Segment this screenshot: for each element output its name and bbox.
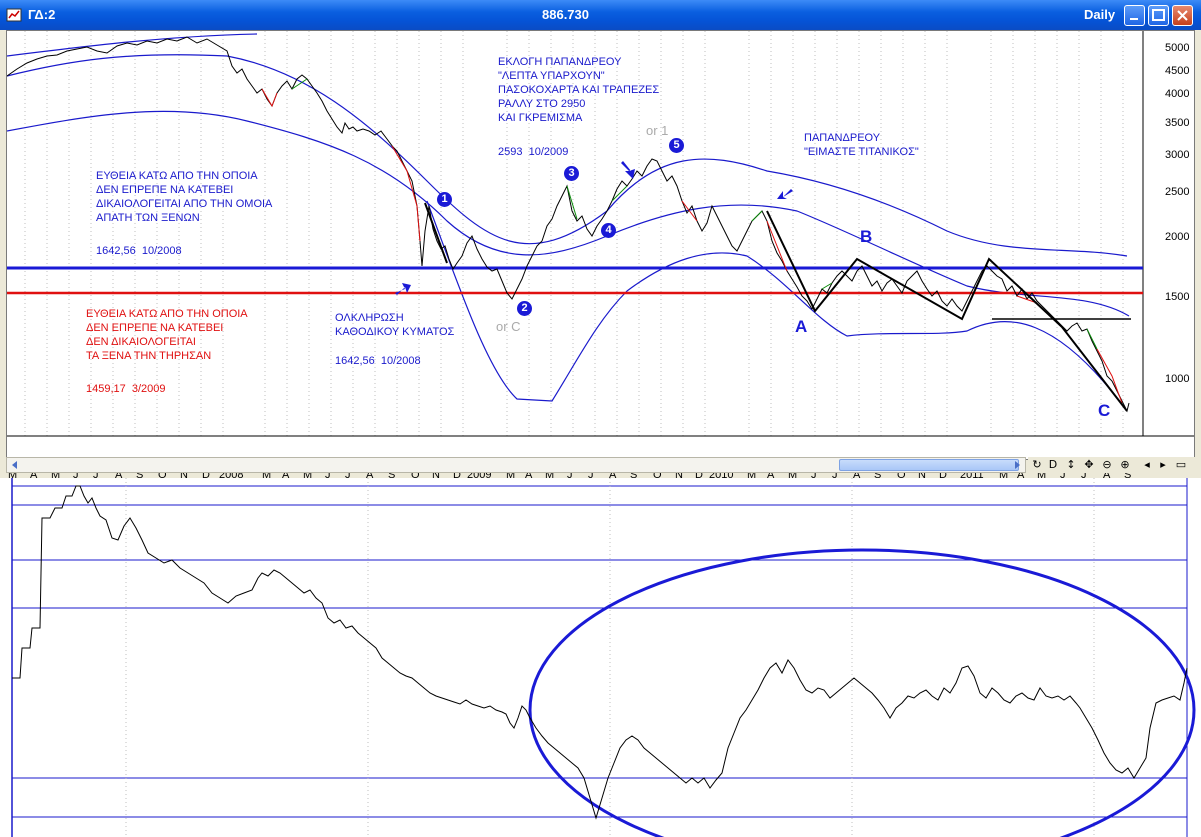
annotation-blue-value: 1642,56 10/2008 <box>96 245 182 257</box>
y-tick: 4000 <box>1165 88 1190 100</box>
chart-window: ΓΔ:2 886.730 Daily 5000 4500 4000 3500 3… <box>0 0 1201 481</box>
move-icon[interactable]: ✥ <box>1082 457 1096 473</box>
restore-icon[interactable]: ▭ <box>1174 457 1188 473</box>
zoom-in-icon[interactable]: ⊕ <box>1118 457 1132 473</box>
close-button[interactable] <box>1172 5 1193 26</box>
y-tick: 1000 <box>1165 373 1190 385</box>
wave-circle-5: 5 <box>669 138 684 153</box>
y-tick: 2000 <box>1165 231 1190 243</box>
wave-circle-3: 3 <box>564 166 579 181</box>
zoom-out-icon[interactable]: ⊖ <box>1100 457 1114 473</box>
price-chart[interactable]: 5000 4500 4000 3500 3000 2500 2000 1500 … <box>6 30 1195 481</box>
wave-label-or-c: or C <box>496 319 521 334</box>
indicator-canvas <box>11 478 1196 837</box>
indicator-panel[interactable] <box>0 478 1201 837</box>
annotation-papandreou-date: 2593 10/2009 <box>498 146 569 158</box>
refresh-icon[interactable]: ↻ <box>1030 457 1044 473</box>
annotation-papandreou: ΕΚΛΟΓΗ ΠΑΠΑΝΔΡΕΟΥ "ΛΕΠΤΑ ΥΠΑΡΧΟΥΝ" ΠΑΣΟΚ… <box>498 56 660 124</box>
annotation-red-line: ΕΥΘΕΙΑ ΚΑΤΩ ΑΠΟ ΤΗΝ ΟΠΟΙΑ ΔΕΝ ΕΠΡΕΠΕ ΝΑ … <box>86 308 248 362</box>
maximize-icon <box>1152 9 1165 21</box>
wave-label-or-1: or 1 <box>646 123 669 138</box>
annotation-red-value: 1459,17 3/2009 <box>86 383 166 395</box>
period-label: Daily <box>1084 7 1116 22</box>
y-tick: 3000 <box>1165 149 1190 161</box>
wave-label-c: C <box>1098 401 1111 420</box>
scrollbar-thumb[interactable] <box>839 459 1019 471</box>
minimize-icon <box>1130 18 1138 20</box>
annotation-completion-value: 1642,56 10/2008 <box>335 355 421 367</box>
horizontal-scrollbar[interactable] <box>6 457 1026 473</box>
scroll-right-icon[interactable] <box>1010 458 1024 472</box>
y-tick: 1500 <box>1165 291 1190 303</box>
vertical-scale-icon[interactable]: ↕ <box>1064 457 1078 473</box>
wave-circle-4: 4 <box>601 223 616 238</box>
chart-toolbar: ↻ D ↕ ✥ ⊖ ⊕ ◂ ▸ ▭ <box>1028 457 1195 473</box>
y-tick: 5000 <box>1165 42 1190 54</box>
minimize-button[interactable] <box>1124 5 1145 26</box>
close-icon <box>1177 10 1188 21</box>
y-tick: 2500 <box>1165 186 1190 198</box>
scroll-back-icon[interactable]: ◂ <box>1140 457 1154 473</box>
scroll-forward-icon[interactable]: ▸ <box>1156 457 1170 473</box>
y-tick: 4500 <box>1165 65 1190 77</box>
annotation-titanic: ΠΑΠΑΝΔΡΕΟΥ "ΕΙΜΑΣΤΕ ΤΙΤΑΝΙΚΟΣ" <box>804 132 919 158</box>
wave-circle-2: 2 <box>517 301 532 316</box>
y-tick: 3500 <box>1165 117 1190 129</box>
maximize-button[interactable] <box>1148 5 1169 26</box>
wave-label-a: A <box>795 317 808 336</box>
last-value: 886.730 <box>542 7 589 22</box>
annotation-blue-line: ΕΥΘΕΙΑ ΚΑΤΩ ΑΠΟ ΤΗΝ ΟΠΟΙΑ ΔΕΝ ΕΠΡΕΠΕ ΝΑ … <box>96 170 273 224</box>
toolbar-button-d[interactable]: D <box>1046 457 1060 473</box>
wave-label-b: B <box>860 227 873 246</box>
scroll-left-icon[interactable] <box>8 458 22 472</box>
window-title: ΓΔ:2 <box>28 7 56 22</box>
annotation-completion: ΟΛΚΛΗΡΩΣΗ ΚΑΘΟΔΙΚΟΥ ΚΥΜΑΤΟΣ <box>335 312 455 338</box>
wave-circle-1: 1 <box>437 192 452 207</box>
app-icon <box>6 8 22 22</box>
title-bar[interactable]: ΓΔ:2 886.730 Daily <box>0 0 1201 30</box>
